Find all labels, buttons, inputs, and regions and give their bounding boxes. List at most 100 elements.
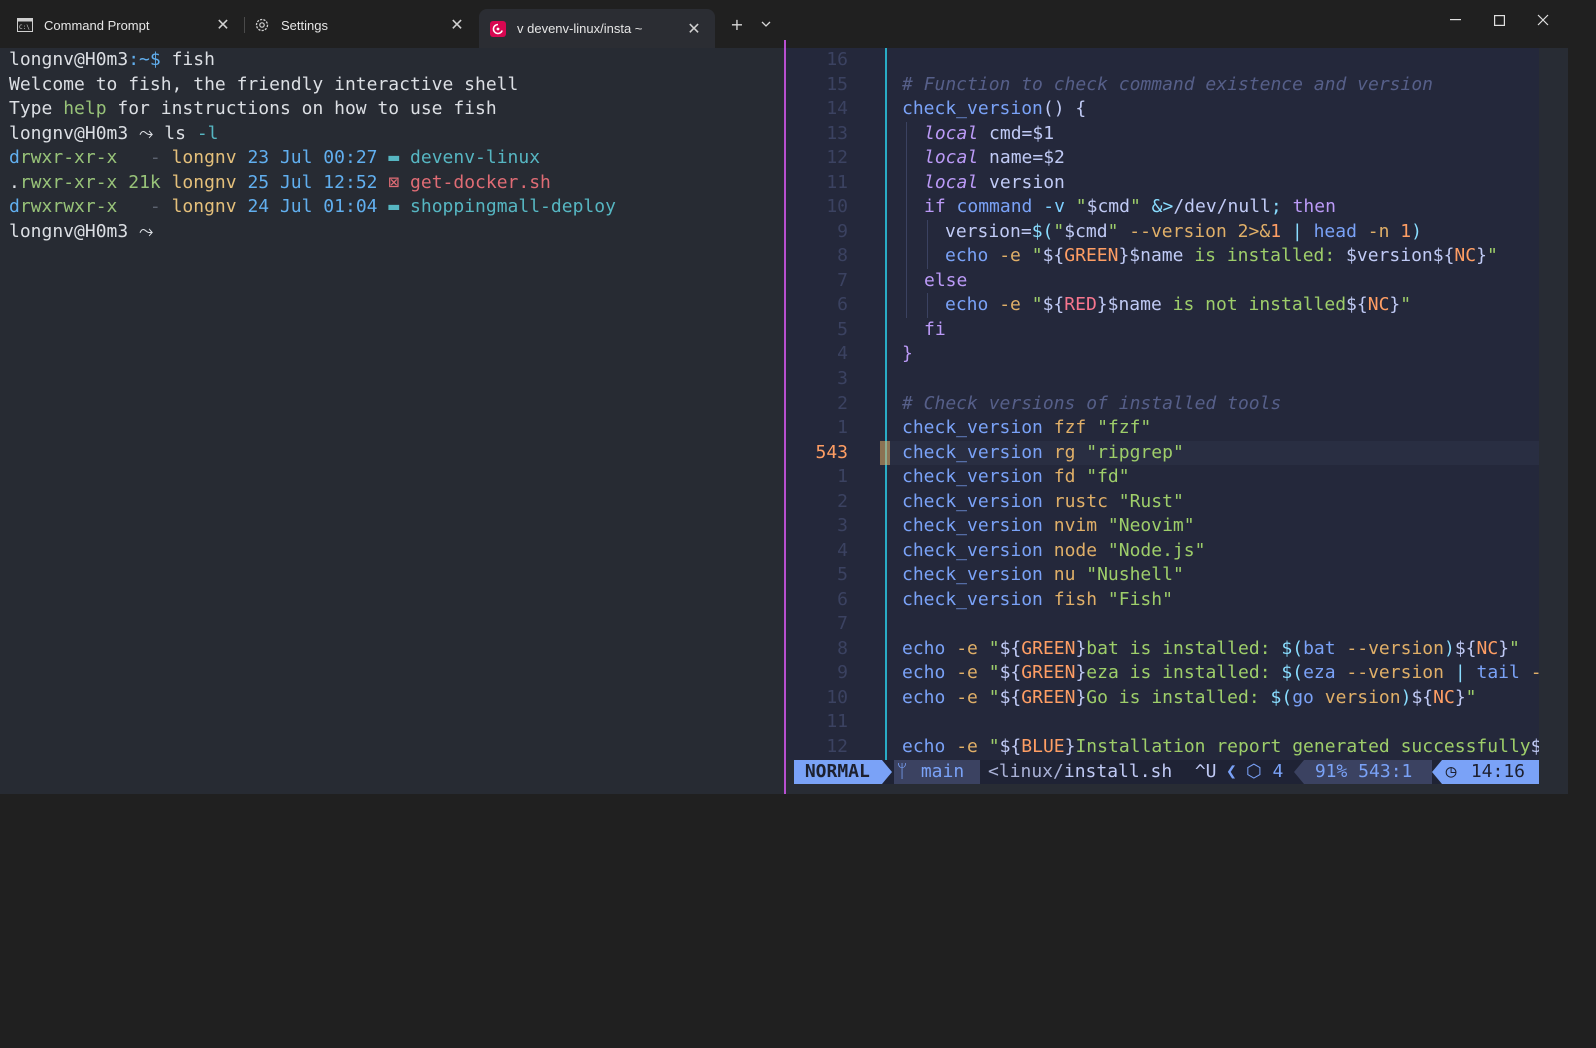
code-editor[interactable]: 16 15 14 13 12 11 10 9 8 7 6 5 4 3 2 1 5… xyxy=(786,48,1539,760)
chevron-down-icon xyxy=(761,21,771,27)
modified-flags: ^U xyxy=(1184,761,1228,782)
chevron-left-icon: ❮ xyxy=(1226,761,1237,782)
git-sign-marker xyxy=(880,441,890,465)
maximize-icon xyxy=(1493,14,1505,26)
line-number: 6 xyxy=(837,589,848,610)
code-line: echo -e "${RED}$name is not installed${N… xyxy=(945,294,1412,315)
code-line: echo -e "${BLUE}Installation report gene… xyxy=(902,736,1539,757)
line-number: 8 xyxy=(837,638,848,659)
tab-dropdown-button[interactable] xyxy=(753,11,779,37)
cmd-icon: C:\ xyxy=(16,16,34,34)
separator xyxy=(1432,760,1442,784)
separator xyxy=(1294,760,1304,784)
minimize-button[interactable] xyxy=(1435,4,1475,36)
code-line-current[interactable]: check_version rg "ripgrep" xyxy=(902,441,1184,465)
code-line: if command -v "$cmd" &>/dev/null; then xyxy=(924,196,1336,217)
code-line: echo -e "${GREEN}bat is installed: $(bat… xyxy=(902,638,1520,659)
line-number: 2 xyxy=(837,393,848,414)
terminal-prompt[interactable]: longnv@H0m3 ⤳ xyxy=(9,220,164,244)
terminal-line: longnv@H0m3 ⤳ ls -l xyxy=(9,123,219,144)
code-line: local version xyxy=(924,172,1065,193)
tab-label: v devenv-linux/insta ~ xyxy=(517,21,643,36)
code-line: check_version rustc "Rust" xyxy=(902,491,1184,512)
code-line: local name=$2 xyxy=(924,147,1065,168)
file-listing-row: drwxrwxr-x - longnv 24 Jul 01:04 ▬ shopp… xyxy=(9,196,616,217)
separator xyxy=(882,760,892,784)
line-number: 1 xyxy=(837,466,848,487)
line-number: 5 xyxy=(837,564,848,585)
git-branch: ᛘ main xyxy=(894,760,980,784)
file-path: <linux/install.sh xyxy=(988,761,1173,782)
status-line: NORMAL ᛘ main <linux/install.sh ^U ❮ ⬡ 4… xyxy=(794,760,1539,784)
line-number: 6 xyxy=(837,294,848,315)
code-line: check_version fzf "fzf" xyxy=(902,417,1152,438)
new-tab-button[interactable]: + xyxy=(724,11,750,37)
code-line: check_version() { xyxy=(902,98,1087,119)
terminal-pane-left[interactable]: longnv@H0m3:~$ fish Welcome to fish, the… xyxy=(0,48,784,794)
code-line: echo -e "${GREEN}eza is installed: $(eza… xyxy=(902,662,1539,683)
line-number: 12 xyxy=(826,147,848,168)
line-number: 7 xyxy=(837,613,848,634)
line-number: 15 xyxy=(826,74,848,95)
file-listing-row: drwxr-xr-x - longnv 23 Jul 00:27 ▬ deven… xyxy=(9,147,541,168)
code-line: echo -e "${GREEN}Go is installed: $(go v… xyxy=(902,687,1477,708)
indent-guide xyxy=(906,122,907,318)
tab-devenv-linux[interactable]: v devenv-linux/insta ~ ✕ xyxy=(479,9,715,48)
code-line: check_version nvim "Neovim" xyxy=(902,515,1195,536)
code-line: echo -e "${GREEN}$name is installed: $ve… xyxy=(945,245,1498,266)
git-branch-icon: ᛘ xyxy=(896,761,908,782)
code-line: check_version fish "Fish" xyxy=(902,589,1173,610)
current-line-number: 543 xyxy=(815,442,848,463)
maximize-button[interactable] xyxy=(1479,4,1519,36)
line-number: 3 xyxy=(837,515,848,536)
indent-guide xyxy=(927,220,928,269)
debian-icon xyxy=(489,20,507,38)
mode-indicator: NORMAL xyxy=(794,760,882,784)
close-icon[interactable]: ✕ xyxy=(212,14,234,36)
indent-guide xyxy=(885,48,887,760)
folder-icon: ▬ xyxy=(377,147,411,168)
cursor-position: 91% 543:1 xyxy=(1304,760,1432,784)
file-listing-row: .rwxr-xr-x 21k longnv 25 Jul 12:52 ⊠ get… xyxy=(9,172,551,193)
line-number: 11 xyxy=(826,172,848,193)
minimize-icon xyxy=(1449,19,1461,21)
script-file-icon: ⊠ xyxy=(377,172,411,193)
code-line: # Function to check command existence an… xyxy=(902,74,1434,95)
tab-settings[interactable]: Settings ✕ xyxy=(245,9,478,41)
indent-guide xyxy=(927,293,928,318)
code-line: fi xyxy=(924,319,946,340)
line-number: 7 xyxy=(837,270,848,291)
code-line: check_version fd "fd" xyxy=(902,466,1130,487)
line-number: 16 xyxy=(826,49,848,70)
close-window-button[interactable] xyxy=(1523,4,1563,36)
line-number: 8 xyxy=(837,245,848,266)
gear-icon xyxy=(253,16,271,34)
lsp-icon: ⬡ xyxy=(1246,761,1262,782)
line-number: 4 xyxy=(837,540,848,561)
tab-label: Settings xyxy=(281,17,328,33)
code-line: check_version nu "Nushell" xyxy=(902,564,1184,585)
code-line: # Check versions of installed tools xyxy=(902,393,1282,414)
line-number: 10 xyxy=(826,196,848,217)
line-number: 11 xyxy=(826,711,848,732)
line-number: 4 xyxy=(837,343,848,364)
close-icon[interactable]: ✕ xyxy=(683,18,705,40)
line-number: 9 xyxy=(837,221,848,242)
code-line: check_version node "Node.js" xyxy=(902,540,1206,561)
code-line: } xyxy=(902,343,913,364)
line-number: 1 xyxy=(837,417,848,438)
folder-icon: ▬ xyxy=(377,196,411,217)
terminal-line: Welcome to fish, the friendly interactiv… xyxy=(9,74,519,95)
clock: ◷ 14:16 xyxy=(1442,760,1539,784)
close-icon[interactable]: ✕ xyxy=(446,14,468,36)
line-number: 10 xyxy=(826,687,848,708)
line-number: 12 xyxy=(826,736,848,757)
close-icon xyxy=(1537,14,1549,26)
line-number: 3 xyxy=(837,368,848,389)
svg-text:C:\: C:\ xyxy=(19,24,30,31)
tab-command-prompt[interactable]: C:\ Command Prompt ✕ xyxy=(0,9,244,41)
line-number: 14 xyxy=(826,98,848,119)
line-number: 13 xyxy=(826,123,848,144)
lsp-status: ⬡ 4 xyxy=(1246,761,1295,782)
code-line: local cmd=$1 xyxy=(924,123,1055,144)
